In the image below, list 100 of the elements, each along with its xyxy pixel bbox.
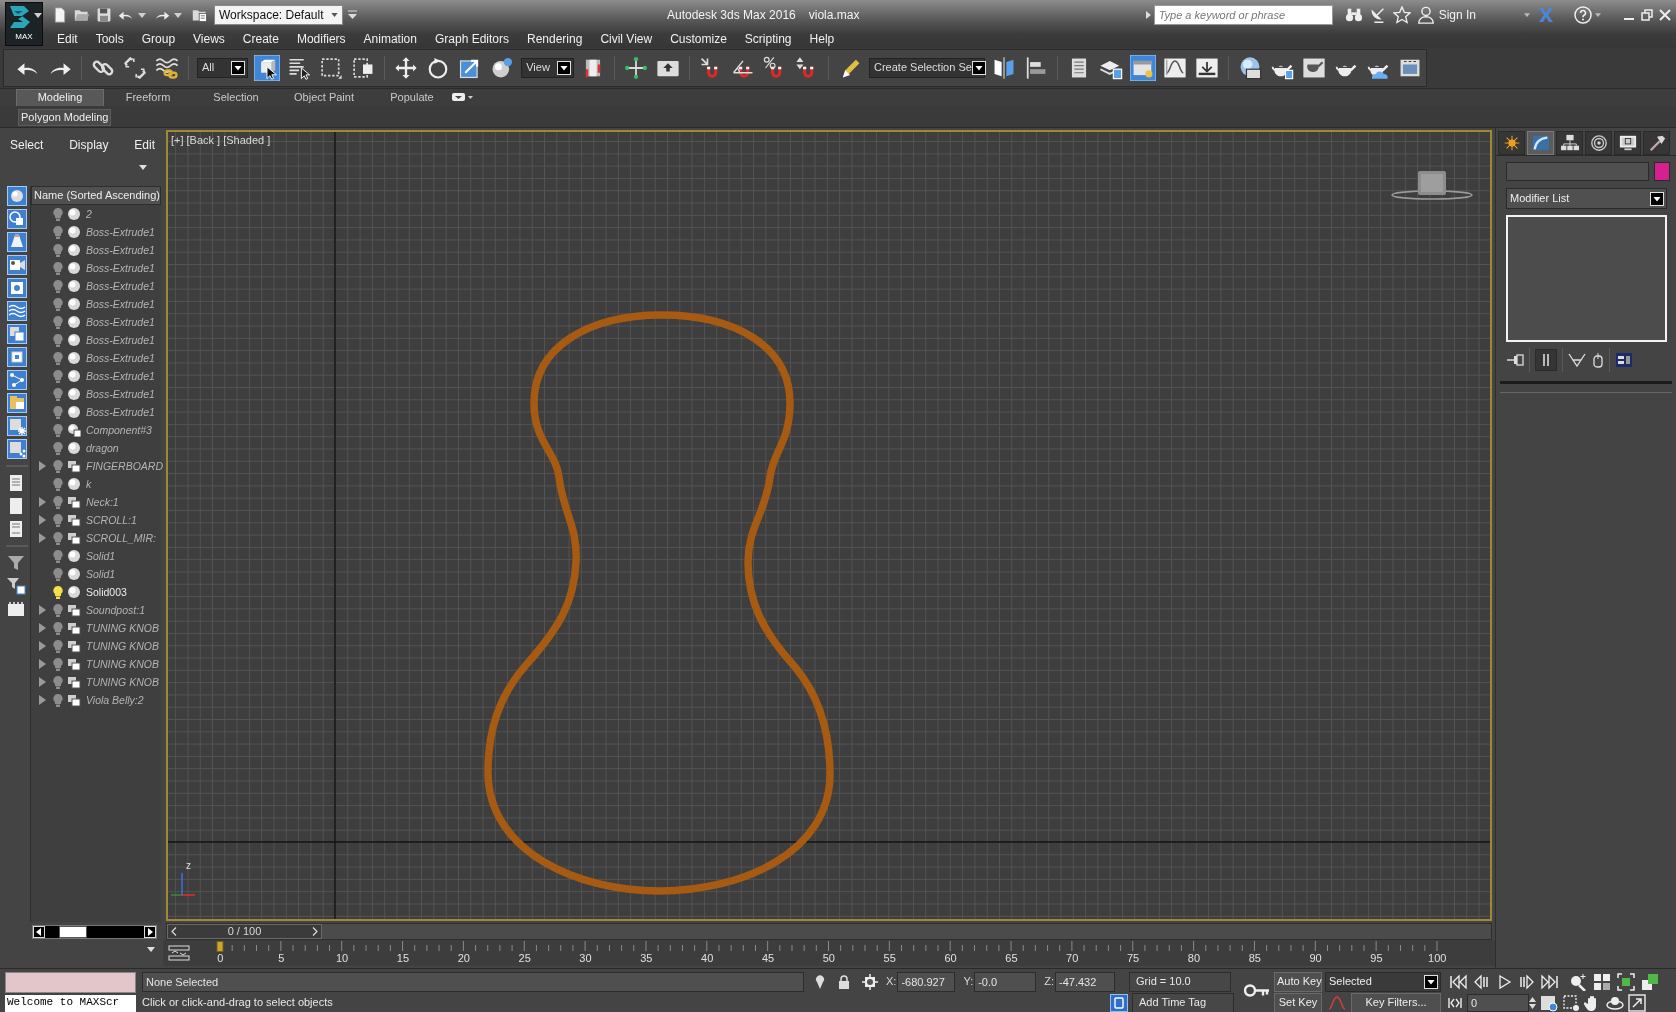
bulb-icon[interactable] [53, 675, 63, 689]
bulb-icon[interactable] [53, 603, 63, 617]
object-name[interactable]: TUNING KNOB [86, 621, 159, 635]
bulb-icon[interactable] [53, 477, 63, 491]
expand-arrow-icon[interactable] [39, 623, 46, 633]
lock-icon[interactable] [838, 975, 850, 989]
expand-arrow-icon[interactable] [39, 461, 46, 471]
cube-cursor-icon[interactable] [254, 55, 281, 81]
lit-bulb-icon[interactable] [53, 585, 63, 599]
layer-strip-icon[interactable] [6, 599, 26, 619]
key-filters-button[interactable]: Key Filters... [1351, 992, 1441, 1012]
menu-item[interactable]: Scripting [735, 31, 801, 47]
menu-item[interactable]: Rendering [518, 31, 592, 47]
spinner-arrows-icon[interactable] [1529, 995, 1536, 1010]
bulb-icon[interactable] [53, 639, 63, 653]
tag-square-icon[interactable] [1110, 993, 1128, 1012]
menu-item[interactable]: Select [10, 138, 44, 158]
zoom-all-icon[interactable] [1592, 973, 1612, 991]
menu-item[interactable]: Edit [134, 138, 155, 158]
object-name[interactable]: Boss-Extrude1 [86, 351, 155, 365]
pin-marker-icon[interactable] [814, 974, 826, 990]
bulb-icon[interactable] [53, 423, 63, 437]
object-name[interactable]: 2 [86, 207, 92, 221]
fork-icon[interactable] [1568, 352, 1586, 368]
restore-icon[interactable] [1641, 9, 1653, 21]
object-name[interactable]: Boss-Extrude1 [86, 279, 155, 293]
object-name[interactable]: Boss-Extrude1 [86, 315, 155, 329]
zoom-extents-all-icon[interactable] [1640, 973, 1660, 991]
expand-arrow-icon[interactable] [39, 641, 46, 651]
bulb-icon[interactable] [53, 531, 63, 545]
command-panel-tab[interactable] [1556, 131, 1583, 155]
broken-chain-icon[interactable] [122, 55, 148, 81]
ribbon-panel-label[interactable]: Polygon Modeling [18, 109, 112, 126]
viewport-label[interactable]: [Shaded ] [223, 134, 271, 148]
bulb-icon[interactable] [53, 441, 63, 455]
object-name[interactable]: Boss-Extrude1 [86, 297, 155, 311]
scrollbar-thumb[interactable] [59, 926, 87, 938]
bulb-icon[interactable] [53, 333, 63, 347]
menu-item[interactable]: Edit [48, 31, 87, 47]
object-name[interactable]: Solid1 [86, 567, 116, 581]
expand-arrow-icon[interactable] [39, 533, 46, 543]
object-name[interactable]: TUNING KNOB [86, 639, 159, 653]
expand-arrow-icon[interactable] [39, 677, 46, 687]
viewport-label[interactable]: [Back ] [186, 134, 221, 148]
caret-icon[interactable] [139, 164, 147, 170]
vertical-bars-icon[interactable] [1535, 349, 1557, 371]
bulb-icon[interactable] [53, 207, 63, 221]
expand-arrow-icon[interactable] [39, 515, 46, 525]
dots-filter-icon[interactable] [6, 439, 28, 459]
menu-item[interactable]: Tools [86, 31, 133, 47]
object-name[interactable]: Boss-Extrude1 [86, 225, 155, 239]
sphere-filter-icon[interactable] [6, 186, 28, 206]
manipulate-cross-icon[interactable] [623, 55, 649, 81]
key-icon[interactable] [1244, 984, 1270, 997]
bulb-icon[interactable] [53, 225, 63, 239]
container-filter-icon[interactable] [6, 393, 28, 413]
command-panel-tab[interactable] [1498, 131, 1525, 155]
bulb-icon[interactable] [53, 549, 63, 563]
bulb-icon[interactable] [53, 693, 63, 707]
coordinate-field[interactable]: -0.0 [974, 972, 1037, 992]
bulb-icon[interactable] [53, 495, 63, 509]
object-name-field[interactable] [1506, 162, 1649, 181]
object-name[interactable]: Soundpost:1 [86, 603, 145, 617]
coordinate-field[interactable]: -680.927 [897, 972, 956, 992]
region-zoom-icon[interactable] [1562, 993, 1580, 1012]
command-panel-tab[interactable] [1527, 131, 1554, 155]
menu-item[interactable]: Group [132, 31, 185, 47]
object-name[interactable]: Solid1 [86, 549, 116, 563]
waves-filter-icon[interactable] [6, 301, 28, 321]
viewport-label[interactable]: [+] [171, 134, 184, 148]
object-name[interactable]: k [86, 477, 92, 491]
scroll-left-icon[interactable] [33, 926, 45, 938]
time-slider-track[interactable]: 0 / 100 [166, 923, 1492, 940]
binoculars-icon[interactable] [1344, 6, 1363, 24]
add-time-tag-button[interactable]: Add Time Tag [1132, 992, 1234, 1012]
zoom-icon[interactable] [1568, 973, 1588, 991]
maximize-viewport-icon[interactable] [1628, 993, 1646, 1012]
object-name[interactable]: Boss-Extrude1 [86, 243, 155, 257]
script-input-field[interactable] [5, 972, 136, 993]
bulb-icon[interactable] [53, 621, 63, 635]
bones-filter-icon[interactable] [6, 370, 28, 390]
new-file-icon[interactable] [52, 7, 68, 23]
selection-field[interactable]: None Selected [142, 972, 804, 992]
modifier-list-dropdown[interactable]: Modifier List [1506, 188, 1667, 209]
bulb-icon[interactable] [53, 369, 63, 383]
crosshair-box-icon[interactable] [862, 974, 878, 990]
window-panel-icon[interactable] [1130, 55, 1156, 81]
ribbon-tab[interactable]: Modeling [16, 89, 104, 106]
command-panel-tab[interactable] [1585, 131, 1612, 155]
object-name[interactable]: Boss-Extrude1 [86, 261, 155, 275]
wave-chain-icon[interactable] [154, 55, 180, 81]
bulb-icon[interactable] [53, 351, 63, 365]
expand-arrow-icon[interactable] [39, 695, 46, 705]
object-name[interactable]: Boss-Extrude1 [86, 405, 155, 419]
menu-item[interactable]: Create [233, 31, 288, 47]
current-frame-field[interactable]: 0 [1467, 993, 1529, 1012]
camera-filter-icon[interactable] [6, 255, 28, 275]
object-name[interactable]: FINGERBOARD [86, 459, 163, 473]
time-slider-thumb[interactable]: 0 / 100 [167, 924, 322, 939]
menu-item[interactable]: Customize [661, 31, 736, 47]
